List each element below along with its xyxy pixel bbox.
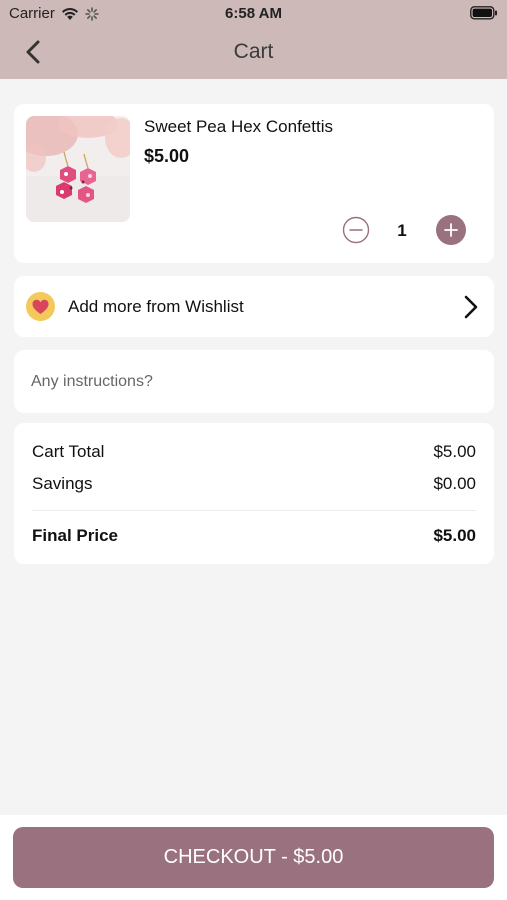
savings-value: $0.00 bbox=[433, 474, 476, 493]
instructions-card bbox=[14, 350, 494, 413]
checkout-bar: CHECKOUT - $5.00 bbox=[0, 815, 507, 900]
price-summary-card: Cart Total $5.00 Savings $0.00 Final Pri… bbox=[14, 423, 494, 564]
heart-icon bbox=[26, 292, 55, 321]
status-bar: Carrier 6:58 AM bbox=[0, 0, 507, 28]
final-price-label: Final Price bbox=[32, 526, 118, 545]
product-image[interactable] bbox=[26, 116, 130, 222]
header: Carrier 6:58 AM Cart bbox=[0, 0, 507, 79]
cart-total-label: Cart Total bbox=[32, 442, 105, 461]
instructions-input[interactable] bbox=[31, 350, 481, 413]
product-price: $5.00 bbox=[144, 146, 190, 166]
savings-label: Savings bbox=[32, 474, 93, 493]
decrease-quantity-button[interactable] bbox=[342, 216, 370, 244]
plus-circle-icon bbox=[436, 215, 466, 245]
quantity-value: 1 bbox=[397, 221, 407, 240]
product-name[interactable]: Sweet Pea Hex Confettis bbox=[144, 117, 333, 137]
final-price-value: $5.00 bbox=[433, 526, 476, 545]
add-from-wishlist-row[interactable]: Add more from Wishlist bbox=[14, 276, 494, 337]
battery-icon bbox=[470, 6, 497, 20]
navigation-bar: Cart bbox=[0, 28, 507, 79]
increase-quantity-button[interactable] bbox=[436, 215, 466, 245]
status-time: 6:58 AM bbox=[225, 5, 282, 22]
checkout-button[interactable]: CHECKOUT - $5.00 bbox=[13, 827, 494, 888]
cart-item-card: Sweet Pea Hex Confettis $5.00 1 bbox=[14, 104, 494, 263]
cart-total-value: $5.00 bbox=[433, 442, 476, 461]
wishlist-label: Add more from Wishlist bbox=[68, 297, 244, 316]
minus-circle-icon bbox=[342, 216, 370, 244]
page-title: Cart bbox=[233, 40, 274, 63]
summary-divider bbox=[32, 510, 476, 511]
chevron-right-icon bbox=[464, 295, 478, 319]
earrings-product-image bbox=[26, 116, 130, 222]
